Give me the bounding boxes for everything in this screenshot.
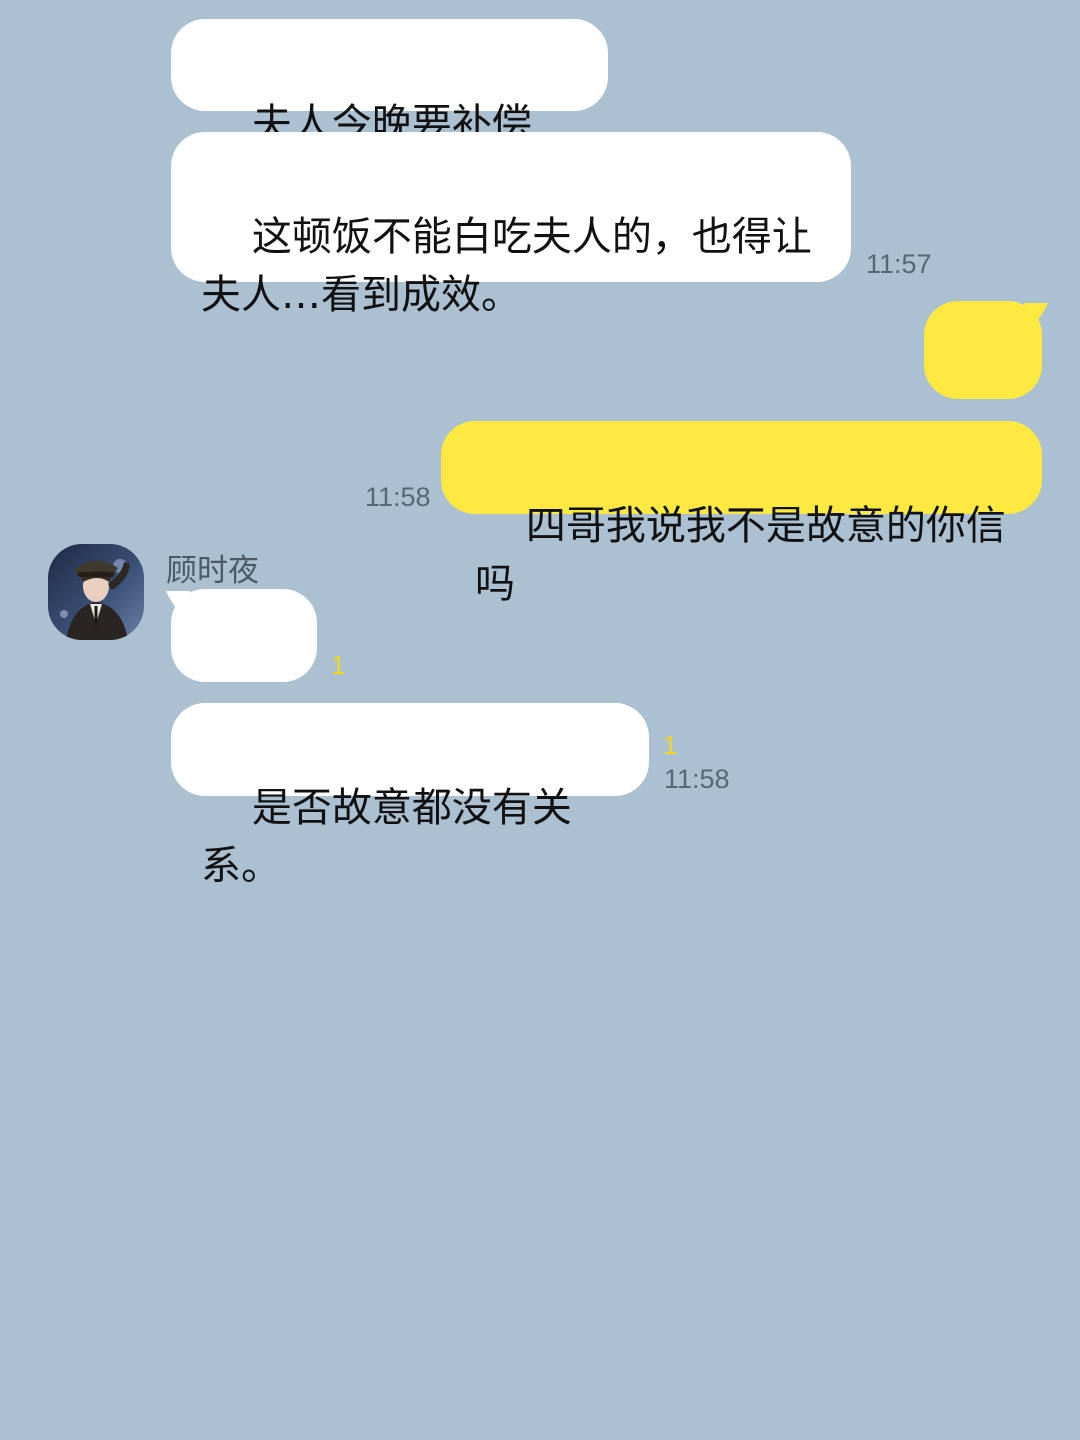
message-text: 四哥我说我不是故意的你信吗 [475,503,1006,607]
unread-count-badge: 1 [663,730,678,760]
incoming-message-bubble[interactable]: 这顿饭不能白吃夫人的，也得让 夫人…看到成效。 [171,132,851,318]
message-text: 这顿饭不能白吃夫人的，也得让 夫人…看到成效。 [201,214,812,318]
incoming-message-bubble[interactable]: 嗯。 [171,589,317,775]
contact-avatar[interactable] [48,544,144,640]
outgoing-message-bubble[interactable]: 四哥我说我不是故意的你信吗 [441,421,1042,607]
contact-name[interactable]: 顾时夜 [166,545,259,590]
incoming-message-bubble[interactable]: 夫人今晚要补偿我。 [171,19,608,205]
bubble-tail [1024,303,1048,329]
message-timestamp: 11:58 [664,764,730,794]
incoming-message-bubble[interactable]: 是否故意都没有关系。 [171,703,649,889]
message-timestamp: 11:57 [866,249,932,279]
message-text: 是否故意都没有关系。 [201,785,572,889]
message-timestamp: 11:58 [365,482,431,512]
avatar-image [48,544,144,640]
unread-count-badge: 1 [331,650,346,680]
